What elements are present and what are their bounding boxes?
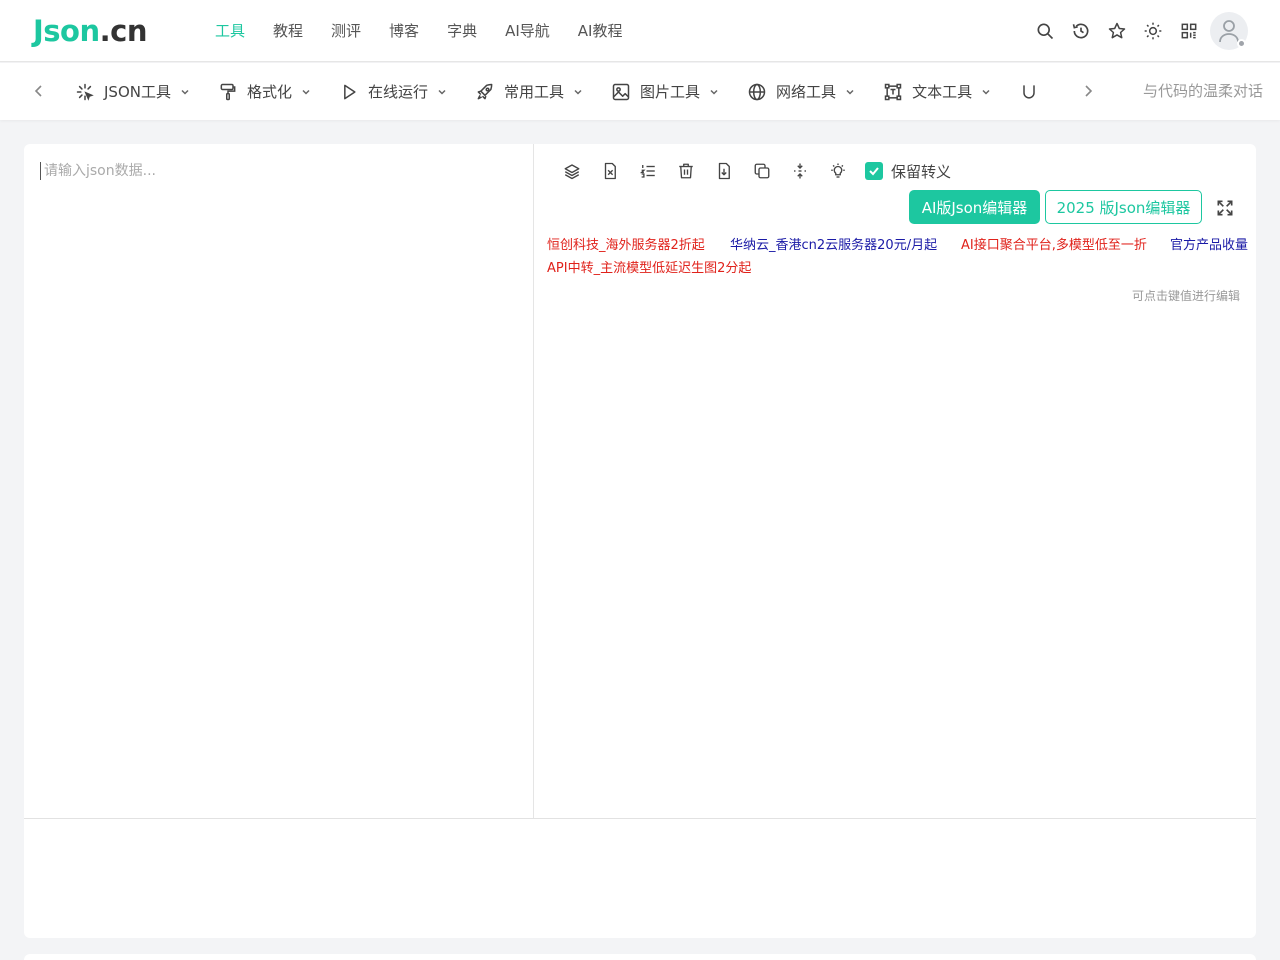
slogan: 与代码的温柔对话 xyxy=(1142,82,1263,100)
chevron-down-icon xyxy=(436,86,448,98)
star-icon[interactable] xyxy=(1106,20,1128,42)
ordered-list-icon[interactable] xyxy=(637,160,659,182)
rocket-icon xyxy=(474,81,496,103)
ad-link[interactable]: 华纳云_香港cn2云服务器20元/月起 xyxy=(730,237,937,255)
bottom-card xyxy=(24,954,1256,960)
sun-icon[interactable] xyxy=(1142,20,1164,42)
text-frame-icon xyxy=(882,81,904,103)
nav-item-ai-tutorial[interactable]: AI教程 xyxy=(578,0,623,62)
search-icon[interactable] xyxy=(1034,20,1056,42)
user-icon xyxy=(1219,20,1239,43)
qr-code-icon[interactable] xyxy=(1178,20,1200,42)
logo-main: Json xyxy=(33,14,100,48)
chevron-down-icon xyxy=(179,86,191,98)
header-icons xyxy=(1020,20,1200,42)
ai-json-editor-button[interactable]: AI版Json编辑器 xyxy=(909,190,1040,224)
fullscreen-icon[interactable] xyxy=(1215,198,1235,218)
logo-suffix: .cn xyxy=(99,14,148,48)
nav-item-blog[interactable]: 博客 xyxy=(389,0,419,62)
tool-category-list: JSON工具 格式化 在线运行 常用工具 图片工具 网络工具 文本工具 xyxy=(74,63,1068,120)
tool-category-common[interactable]: 常用工具 xyxy=(474,81,584,103)
tool-category-format[interactable]: 格式化 xyxy=(217,81,312,103)
logo[interactable]: Json.cn xyxy=(33,13,147,49)
copy-icon[interactable] xyxy=(751,160,773,182)
ad-link[interactable]: API中转_主流模型低延迟生图2分起 xyxy=(547,260,751,278)
checkmark-icon xyxy=(869,167,879,176)
ad-link[interactable]: 官方产品收量 xyxy=(1170,237,1248,255)
editor-toolbar: 保留转义 xyxy=(561,160,951,182)
edit-hint: 可点击键值进行编辑 xyxy=(1131,289,1240,303)
json-editor-2025-button[interactable]: 2025 版Json编辑器 xyxy=(1045,190,1202,224)
file-download-icon[interactable] xyxy=(713,160,735,182)
tool-category-image[interactable]: 图片工具 xyxy=(610,81,720,103)
editor-panel: 请输入json数据... 保留转义 AI版Json编辑器 2025 版Json编… xyxy=(24,144,1256,938)
tool-category-json[interactable]: JSON工具 xyxy=(74,81,191,103)
ad-link[interactable]: AI接口聚合平台,多模型低至一折 xyxy=(961,237,1147,255)
tool-category-label: 在线运行 xyxy=(368,83,429,101)
main-nav: 工具 教程 测评 博客 字典 AI导航 AI教程 xyxy=(215,0,650,62)
nav-item-tutorial[interactable]: 教程 xyxy=(273,0,303,62)
image-icon xyxy=(610,81,632,103)
chevron-down-icon xyxy=(980,86,992,98)
trash-icon[interactable] xyxy=(675,160,697,182)
json-input-area[interactable]: 请输入json数据... xyxy=(24,144,534,818)
json-input-placeholder: 请输入json数据... xyxy=(40,162,156,180)
tool-category-label: 常用工具 xyxy=(504,83,565,101)
nav-item-ai-nav[interactable]: AI导航 xyxy=(505,0,550,62)
keep-escape-checkbox[interactable] xyxy=(865,162,883,180)
layers-icon[interactable] xyxy=(561,160,583,182)
tool-category-run[interactable]: 在线运行 xyxy=(338,81,448,103)
avatar[interactable] xyxy=(1210,12,1248,50)
status-dot xyxy=(1237,39,1246,48)
top-header: Json.cn 工具 教程 测评 博客 字典 AI导航 AI教程 xyxy=(0,0,1280,62)
ad-link[interactable]: 恒创科技_海外服务器2折起 xyxy=(547,237,705,255)
lightbulb-icon[interactable] xyxy=(827,160,849,182)
magnet-icon xyxy=(1018,81,1040,103)
chevron-down-icon xyxy=(844,86,856,98)
paint-roller-icon xyxy=(217,81,239,103)
play-icon xyxy=(338,81,360,103)
chevron-down-icon xyxy=(708,86,720,98)
tool-category-text[interactable]: 文本工具 xyxy=(882,81,992,103)
tool-category-label: 图片工具 xyxy=(640,83,701,101)
tool-category-network[interactable]: 网络工具 xyxy=(746,81,856,103)
nav-item-tools[interactable]: 工具 xyxy=(215,0,245,62)
file-close-icon[interactable] xyxy=(599,160,621,182)
chevron-down-icon xyxy=(300,86,312,98)
nav-item-review[interactable]: 测评 xyxy=(331,0,361,62)
sparkle-icon xyxy=(74,81,96,103)
scroll-right-icon[interactable] xyxy=(1078,81,1098,101)
tool-category-label: JSON工具 xyxy=(104,83,171,101)
panel-divider xyxy=(24,818,1256,819)
scroll-left-icon[interactable] xyxy=(29,81,49,101)
tool-category-more[interactable] xyxy=(1018,81,1048,103)
chevron-down-icon xyxy=(572,86,584,98)
globe-icon xyxy=(746,81,768,103)
tool-category-label: 格式化 xyxy=(246,83,292,101)
compress-icon[interactable] xyxy=(789,160,811,182)
keep-escape-label: 保留转义 xyxy=(891,162,952,181)
nav-item-dictionary[interactable]: 字典 xyxy=(447,0,477,62)
tool-category-label: 文本工具 xyxy=(912,83,973,101)
tool-navbar: JSON工具 格式化 在线运行 常用工具 图片工具 网络工具 文本工具 与代码的… xyxy=(0,63,1280,120)
tool-category-label: 网络工具 xyxy=(776,83,837,101)
history-icon[interactable] xyxy=(1070,20,1092,42)
